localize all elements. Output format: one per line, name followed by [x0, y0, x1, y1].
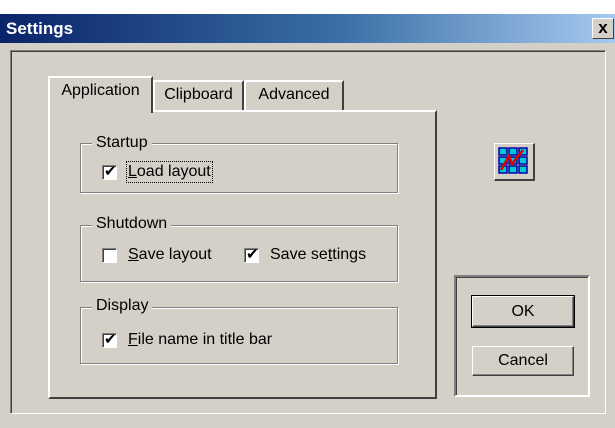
window-title: Settings: [6, 19, 74, 38]
file-name-title-checkbox[interactable]: ✔: [102, 331, 117, 348]
settings-window: Settings x Application Clipboard Advance…: [0, 0, 615, 428]
title-bar[interactable]: Settings x: [0, 14, 615, 43]
save-layout-checkbox[interactable]: [102, 248, 117, 263]
save-layout-label[interactable]: Save layout: [128, 246, 212, 264]
check-mark-icon: ✔: [104, 163, 117, 180]
tab-application-label: Application: [61, 82, 140, 99]
save-settings-label[interactable]: Save settings: [270, 246, 366, 264]
close-icon: x: [598, 18, 608, 37]
file-name-title-label[interactable]: File name in title bar: [128, 331, 272, 349]
tab-application[interactable]: Application: [48, 76, 153, 113]
check-mark-icon: ✔: [246, 246, 259, 263]
app-grid-icon-graphic: [498, 147, 528, 174]
top-strip: [0, 0, 615, 14]
save-settings-checkbox[interactable]: ✔: [244, 246, 259, 263]
display-legend: Display: [92, 297, 153, 315]
shutdown-legend: Shutdown: [92, 215, 172, 233]
load-layout-checkbox[interactable]: ✔: [102, 163, 117, 180]
check-mark-icon: ✔: [104, 331, 117, 348]
button-frame: [454, 275, 590, 397]
app-grid-icon: [494, 143, 535, 181]
startup-legend: Startup: [92, 134, 152, 152]
tab-clipboard[interactable]: Clipboard: [153, 80, 244, 110]
close-button[interactable]: x: [592, 18, 614, 39]
ok-button[interactable]: OK: [471, 295, 575, 328]
tab-clipboard-label: Clipboard: [164, 86, 233, 103]
tab-advanced-label: Advanced: [258, 86, 330, 103]
tab-advanced[interactable]: Advanced: [244, 80, 344, 110]
cancel-button[interactable]: Cancel: [472, 346, 574, 376]
load-layout-label[interactable]: Load layout: [126, 161, 213, 183]
